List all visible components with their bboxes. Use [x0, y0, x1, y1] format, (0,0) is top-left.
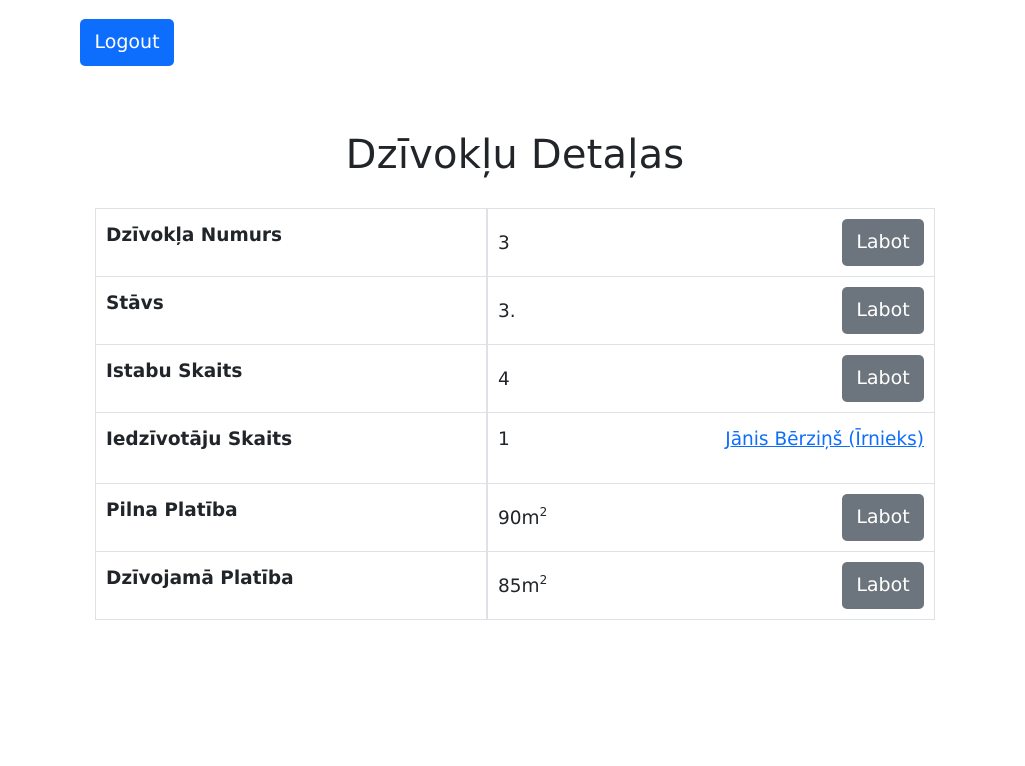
superscript: 2 — [539, 505, 548, 519]
table-row: Dzīvokļa Numurs 3 Labot — [95, 208, 935, 277]
apartment-number-value: 3 — [498, 233, 510, 254]
edit-floor-button[interactable]: Labot — [842, 287, 924, 334]
resident-count-label: Iedzīvotāju Skaits — [106, 429, 293, 450]
edit-living-area-button[interactable]: Labot — [842, 562, 924, 609]
edit-room-count-button[interactable]: Labot — [842, 355, 924, 402]
row-value-cell: 4 Labot — [486, 344, 935, 413]
logout-button[interactable]: Logout — [80, 19, 174, 66]
row-value-cell: 90m2 Labot — [486, 483, 935, 552]
edit-total-area-button[interactable]: Labot — [842, 494, 924, 541]
row-label-cell: Istabu Skaits — [95, 344, 488, 413]
row-label-cell: Dzīvokļa Numurs — [95, 208, 488, 277]
superscript: 2 — [539, 573, 548, 587]
row-label-cell: Stāvs — [95, 276, 488, 345]
row-value-cell: 3 Labot — [486, 208, 935, 277]
total-area-value: 90m2 — [498, 505, 548, 529]
row-label-cell: Iedzīvotāju Skaits — [95, 412, 488, 484]
table-row: Pilna Platība 90m2 Labot — [95, 483, 935, 552]
floor-label: Stāvs — [106, 293, 164, 314]
edit-apartment-number-button[interactable]: Labot — [842, 219, 924, 266]
row-value-cell: 1 Jānis Bērziņš (Īrnieks) — [486, 412, 935, 484]
table-row: Iedzīvotāju Skaits 1 Jānis Bērziņš (Īrni… — [95, 412, 935, 484]
resident-count-value: 1 — [498, 429, 510, 450]
living-area-label: Dzīvojamā Platība — [106, 568, 294, 589]
apartment-number-label: Dzīvokļa Numurs — [106, 225, 283, 246]
row-label-cell: Pilna Platība — [95, 483, 488, 552]
row-value-cell: 85m2 Labot — [486, 551, 935, 620]
row-label-cell: Dzīvojamā Platība — [95, 551, 488, 620]
floor-value: 3. — [498, 301, 516, 322]
total-area-label: Pilna Platība — [106, 500, 238, 521]
resident-link[interactable]: Jānis Bērziņš (Īrnieks) — [725, 429, 924, 451]
row-value-cell: 3. Labot — [486, 276, 935, 345]
page-title: Dzīvokļu Detaļas — [345, 132, 685, 178]
living-area-value: 85m2 — [498, 573, 548, 597]
table-row: Stāvs 3. Labot — [95, 276, 935, 345]
table-row: Dzīvojamā Platība 85m2 Labot — [95, 551, 935, 620]
room-count-value: 4 — [498, 369, 510, 390]
room-count-label: Istabu Skaits — [106, 361, 243, 382]
table-row: Istabu Skaits 4 Labot — [95, 344, 935, 413]
apartment-details-table: Dzīvokļa Numurs 3 Labot Stāvs 3. Labot I… — [95, 208, 935, 620]
